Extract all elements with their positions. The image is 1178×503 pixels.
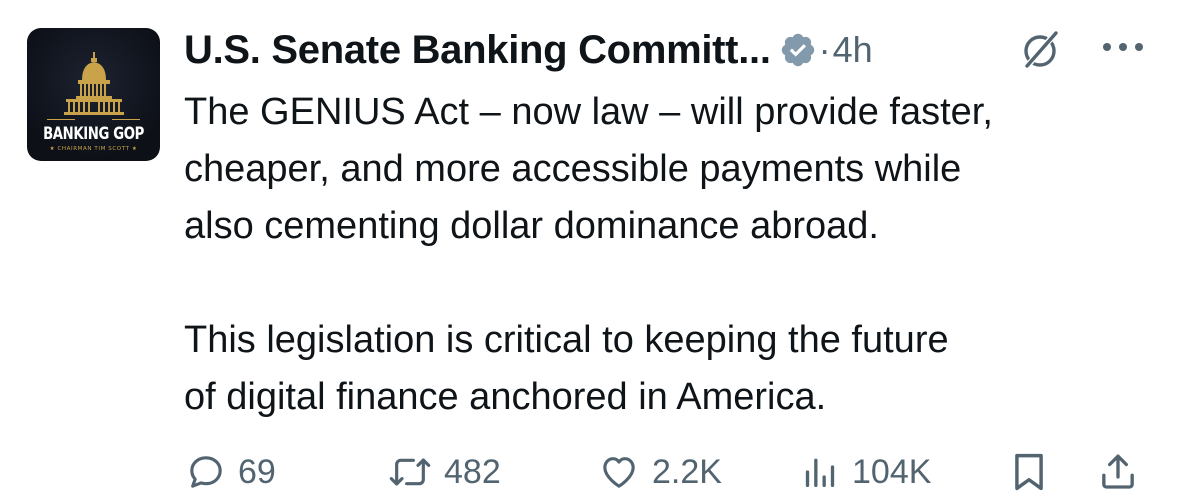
reply-icon <box>190 456 222 488</box>
bookmark-icon <box>1015 453 1043 491</box>
like-button[interactable]: 2.2K <box>598 450 722 494</box>
avatar-rule-left <box>47 119 75 120</box>
tweet-header: U.S. Senate Banking Committ... · 4h <box>184 24 873 76</box>
views-chart-icon <box>805 458 835 487</box>
share-icon <box>1102 454 1134 489</box>
share-button[interactable] <box>1098 450 1138 494</box>
views-count: 104K <box>852 452 932 491</box>
bookmark-button[interactable] <box>1010 450 1048 494</box>
timestamp[interactable]: 4h <box>833 29 873 71</box>
display-name[interactable]: U.S. Senate Banking Committ... <box>184 28 771 73</box>
views-button[interactable]: 104K <box>800 450 931 494</box>
avatar-rule-right <box>112 119 140 120</box>
repost-count: 482 <box>444 452 501 491</box>
avatar-sub-text: ★ CHAIRMAN TIM SCOTT ★ <box>49 146 138 152</box>
tweet-text-paragraph-2: This legislation is critical to keeping … <box>184 319 949 418</box>
separator-dot: · <box>818 29 831 70</box>
heart-icon <box>603 457 635 488</box>
repost-icon <box>389 458 431 486</box>
avatar[interactable]: BANKING GOP ★ CHAIRMAN TIM SCOTT ★ <box>27 28 160 161</box>
like-count: 2.2K <box>652 452 722 491</box>
capitol-dome-icon <box>63 52 124 115</box>
repost-button[interactable]: 482 <box>388 450 501 494</box>
grok-slash-icon[interactable] <box>1018 28 1062 72</box>
tweet-text-paragraph-1: The GENIUS Act – now law – will provide … <box>184 91 993 247</box>
reply-count: 69 <box>238 452 276 491</box>
more-dots-icon[interactable] <box>1100 40 1146 54</box>
avatar-brand-text: BANKING GOP <box>43 124 144 144</box>
reply-button[interactable]: 69 <box>186 450 276 494</box>
verified-badge-icon[interactable] <box>779 31 817 69</box>
tweet-card[interactable]: BANKING GOP ★ CHAIRMAN TIM SCOTT ★ U.S. … <box>0 0 1178 503</box>
